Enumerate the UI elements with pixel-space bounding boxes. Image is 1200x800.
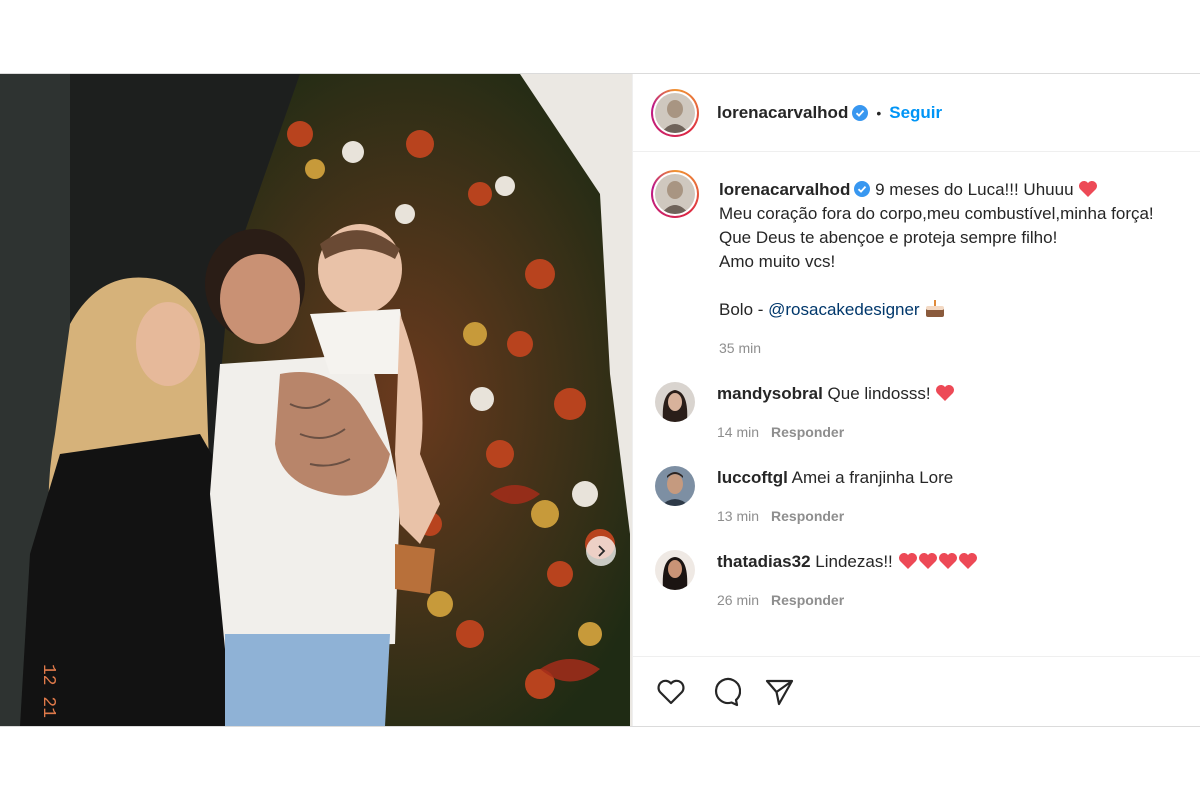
caption: lorenacarvalhod 9 meses do Luca!!! Uhuuu… xyxy=(651,170,1182,360)
author-username[interactable]: lorenacarvalhod xyxy=(717,103,848,123)
comment-time: 14 min xyxy=(717,424,760,440)
cake-emoji-icon xyxy=(926,300,945,317)
separator-dot: • xyxy=(876,104,882,121)
red-heart-emoji-icon xyxy=(938,553,957,569)
reply-button[interactable]: Responder xyxy=(771,424,844,440)
reply-button[interactable]: Responder xyxy=(771,592,844,608)
reply-button[interactable]: Responder xyxy=(771,508,844,524)
instagram-post: 12 21 lorenacarvalhod • Seguir lorenacar… xyxy=(0,73,1200,727)
caption-line-4: Amo muito vcs! xyxy=(719,252,836,271)
caption-username[interactable]: lorenacarvalhod xyxy=(719,180,850,199)
red-heart-emoji-icon xyxy=(898,553,917,569)
post-actions xyxy=(633,656,1200,726)
comment-username[interactable]: luccoftgl xyxy=(717,468,788,487)
paper-plane-icon[interactable] xyxy=(763,676,795,708)
comment-item: mandysobral Que lindosss! 14 min Responde… xyxy=(651,382,1182,444)
follow-button[interactable]: Seguir xyxy=(889,103,942,123)
caption-line-6-prefix: Bolo - xyxy=(719,300,769,319)
caption-avatar xyxy=(655,174,695,214)
verified-badge-icon xyxy=(854,181,871,197)
verified-badge-icon xyxy=(852,104,869,121)
caption-line-2: Meu coração fora do corpo,meu combustíve… xyxy=(719,204,1154,223)
red-heart-emoji-icon xyxy=(936,385,955,401)
caption-blank-line xyxy=(719,274,1154,298)
mention-link[interactable]: @rosacakedesigner xyxy=(768,300,919,319)
comment-text: Amei a franjinha Lore xyxy=(791,468,954,487)
commenter-avatar[interactable] xyxy=(655,466,695,506)
red-heart-emoji-icon xyxy=(1079,181,1098,197)
comment-text: Lindezas!! xyxy=(815,552,893,571)
comment-text: Que lindosss! xyxy=(827,384,931,403)
next-photo-button[interactable] xyxy=(586,536,616,566)
post-image: 12 21 xyxy=(0,74,632,726)
comment-time: 13 min xyxy=(717,508,760,524)
comment-time: 26 min xyxy=(717,592,760,608)
comment-item: luccoftgl Amei a franjinha Lore 13 min Re… xyxy=(651,466,1182,528)
comment-item: thatadias32 Lindezas!! 26 min Responder xyxy=(651,550,1182,612)
comment-bubble-icon[interactable] xyxy=(709,676,741,708)
author-avatar xyxy=(655,92,695,133)
commenter-avatar[interactable] xyxy=(655,382,695,422)
commenter-avatar[interactable] xyxy=(655,550,695,590)
comment-username[interactable]: thatadias32 xyxy=(717,552,811,571)
caption-avatar-ring[interactable] xyxy=(651,170,699,218)
comments-list: lorenacarvalhod 9 meses do Luca!!! Uhuuu… xyxy=(633,152,1200,656)
caption-line-1: 9 meses do Luca!!! Uhuuu xyxy=(875,180,1074,199)
red-heart-emoji-icon xyxy=(958,553,977,569)
post-photo[interactable]: 12 21 xyxy=(0,74,632,726)
comment-username[interactable]: mandysobral xyxy=(717,384,823,403)
photo-date-stamp: 12 21 xyxy=(38,664,58,718)
red-heart-emoji-icon xyxy=(918,553,937,569)
caption-time: 35 min xyxy=(719,340,762,356)
author-avatar-ring[interactable] xyxy=(651,88,699,137)
post-header: lorenacarvalhod • Seguir xyxy=(633,74,1200,152)
caption-line-3: Que Deus te abençoe e proteja sempre fil… xyxy=(719,228,1058,247)
post-sidebar: lorenacarvalhod • Seguir lorenacarvalhod… xyxy=(632,74,1200,726)
heart-outline-icon[interactable] xyxy=(655,676,687,708)
chevron-right-icon xyxy=(598,545,606,557)
caption-text: lorenacarvalhod 9 meses do Luca!!! Uhuuu… xyxy=(699,170,1154,360)
